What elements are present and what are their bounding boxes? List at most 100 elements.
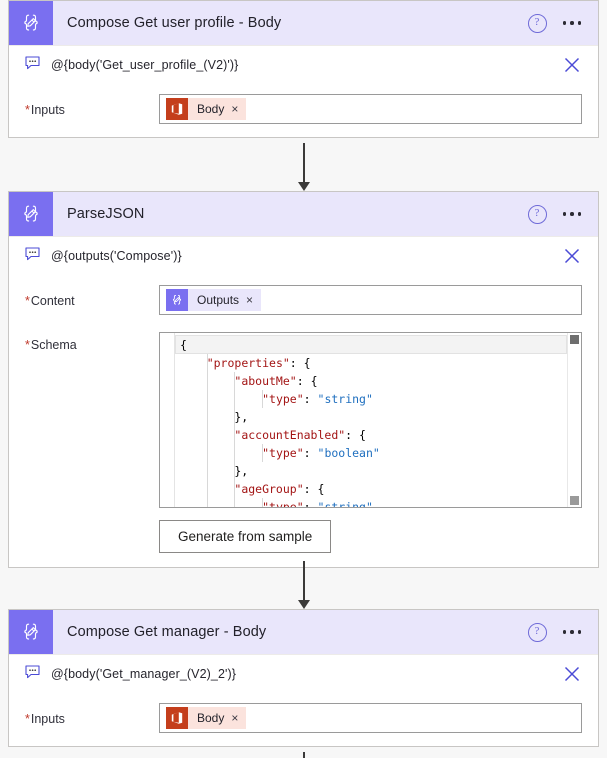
card-title: Compose Get user profile - Body xyxy=(67,15,282,31)
editor-code-content[interactable]: { "properties": { "aboutMe": { "type": "… xyxy=(175,333,567,507)
card-body: @{body('Get_user_profile_(V2)')} *Inputs… xyxy=(9,45,598,137)
indent-guide xyxy=(206,354,208,372)
editor-line-text: "properties": { xyxy=(206,356,311,370)
editor-line-text: }, xyxy=(179,410,249,424)
indent-guide xyxy=(262,498,264,507)
expression-text: @{body('Get_manager_(V2)_2')} xyxy=(51,667,237,681)
field-label-text: Inputs xyxy=(30,103,65,117)
close-icon[interactable] xyxy=(562,664,582,684)
more-options-icon[interactable] xyxy=(561,17,584,29)
editor-code-line: "type": "boolean" xyxy=(175,444,567,462)
expression-text: @{body('Get_user_profile_(V2)')} xyxy=(51,58,239,72)
connector-arrow-2 xyxy=(296,561,312,609)
editor-code-line: }, xyxy=(175,408,567,426)
card-header[interactable]: Compose Get user profile - Body ? xyxy=(9,1,598,45)
generate-from-sample-button[interactable]: Generate from sample xyxy=(159,520,332,553)
comment-bubble-icon xyxy=(25,664,40,684)
field-row-schema: *Schema { "properties": { "aboutMe": { "… xyxy=(9,328,598,508)
editor-line-text: { xyxy=(180,338,187,352)
card-header-actions: ? xyxy=(527,622,599,642)
indent-guide xyxy=(206,408,208,426)
indent-guide xyxy=(206,462,208,480)
help-icon[interactable]: ? xyxy=(527,204,547,224)
connector-arrow-1 xyxy=(296,143,312,191)
flow-designer-canvas: Compose Get user profile - Body ? @{body… xyxy=(0,0,607,758)
field-control[interactable]: Body × xyxy=(159,703,582,733)
field-row-inputs: *Inputs Body × xyxy=(9,693,598,746)
compose-braces-pencil-icon xyxy=(9,1,53,45)
field-control[interactable]: { "properties": { "aboutMe": { "type": "… xyxy=(159,332,582,508)
help-icon[interactable]: ? xyxy=(527,622,547,642)
content-token-field[interactable]: Outputs × xyxy=(159,285,582,315)
inputs-token-field[interactable]: Body × xyxy=(159,703,582,733)
indent-guide xyxy=(234,390,236,408)
indent-guide xyxy=(234,480,236,498)
expression-row[interactable]: @{body('Get_manager_(V2)_2')} xyxy=(9,654,598,693)
expression-row[interactable]: @{outputs('Compose')} xyxy=(9,236,598,275)
help-icon[interactable]: ? xyxy=(527,13,547,33)
editor-code-line: "type": "string" xyxy=(175,498,567,507)
card-header-actions: ? xyxy=(527,13,599,33)
editor-vertical-scrollbar[interactable] xyxy=(567,333,581,507)
token-remove-icon[interactable]: × xyxy=(231,707,246,729)
close-icon[interactable] xyxy=(562,246,582,266)
editor-code-line: }, xyxy=(175,462,567,480)
connector-arrow-3-stub xyxy=(296,752,312,758)
card-body: @{body('Get_manager_(V2)_2')} *Inputs Bo… xyxy=(9,654,598,746)
indent-guide xyxy=(262,444,264,462)
editor-line-text: }, xyxy=(179,464,249,478)
token-label: Body xyxy=(197,711,225,725)
office-365-icon xyxy=(166,707,188,729)
card-header[interactable]: Compose Get manager - Body ? xyxy=(9,610,598,654)
inputs-token-field[interactable]: Body × xyxy=(159,94,582,124)
action-card-compose-get-manager[interactable]: Compose Get manager - Body ? @{body('Get… xyxy=(8,609,599,747)
editor-line-text: "ageGroup": { xyxy=(234,482,325,496)
field-control[interactable]: Body × xyxy=(159,94,582,124)
field-label-text: Inputs xyxy=(30,712,65,726)
editor-line-text: "type": "string" xyxy=(262,500,373,507)
action-card-compose-get-user-profile[interactable]: Compose Get user profile - Body ? @{body… xyxy=(8,0,599,138)
token-remove-icon[interactable]: × xyxy=(231,98,246,120)
editor-line-text: "aboutMe": { xyxy=(234,374,318,388)
expression-row[interactable]: @{body('Get_user_profile_(V2)')} xyxy=(9,45,598,84)
scrollbar-thumb-bottom[interactable] xyxy=(570,496,579,505)
schema-code-editor[interactable]: { "properties": { "aboutMe": { "type": "… xyxy=(159,332,582,508)
more-options-icon[interactable] xyxy=(561,208,584,220)
card-title: ParseJSON xyxy=(67,206,145,222)
required-marker: * xyxy=(25,338,30,352)
required-marker: * xyxy=(25,294,30,308)
editor-line-text: "type": "boolean" xyxy=(262,446,380,460)
indent-guide xyxy=(234,462,236,480)
card-header[interactable]: ParseJSON ? xyxy=(9,192,598,236)
action-card-parsejson[interactable]: ParseJSON ? @{outputs('Compose')} *Conte… xyxy=(8,191,599,568)
field-row-content: *Content Outputs × xyxy=(9,275,598,328)
indent-guide xyxy=(206,426,208,444)
field-row-inputs: *Inputs Body × xyxy=(9,84,598,137)
more-options-icon[interactable] xyxy=(561,626,584,638)
expression-text: @{outputs('Compose')} xyxy=(51,249,182,263)
comment-bubble-icon xyxy=(25,246,40,266)
indent-guide xyxy=(234,498,236,507)
field-label: *Schema xyxy=(25,332,159,352)
required-marker: * xyxy=(25,712,30,726)
field-label: *Content xyxy=(25,285,159,308)
required-marker: * xyxy=(25,103,30,117)
field-control[interactable]: Outputs × xyxy=(159,285,582,315)
indent-guide xyxy=(206,390,208,408)
token-body[interactable]: Body × xyxy=(166,98,247,120)
token-body[interactable]: Body × xyxy=(166,707,247,729)
scrollbar-thumb-top[interactable] xyxy=(570,335,579,344)
indent-guide xyxy=(206,480,208,498)
compose-braces-pencil-icon xyxy=(9,192,53,236)
indent-guide xyxy=(234,444,236,462)
generate-button-row: Generate from sample xyxy=(9,508,598,567)
token-outputs[interactable]: Outputs × xyxy=(166,289,262,311)
editor-code-line: "accountEnabled": { xyxy=(175,426,567,444)
compose-braces-pencil-icon xyxy=(9,610,53,654)
editor-code-line: { xyxy=(175,335,567,354)
close-icon[interactable] xyxy=(562,55,582,75)
comment-bubble-icon xyxy=(25,55,40,75)
token-remove-icon[interactable]: × xyxy=(246,289,261,311)
editor-code-line: "aboutMe": { xyxy=(175,372,567,390)
field-label: *Inputs xyxy=(25,94,159,117)
